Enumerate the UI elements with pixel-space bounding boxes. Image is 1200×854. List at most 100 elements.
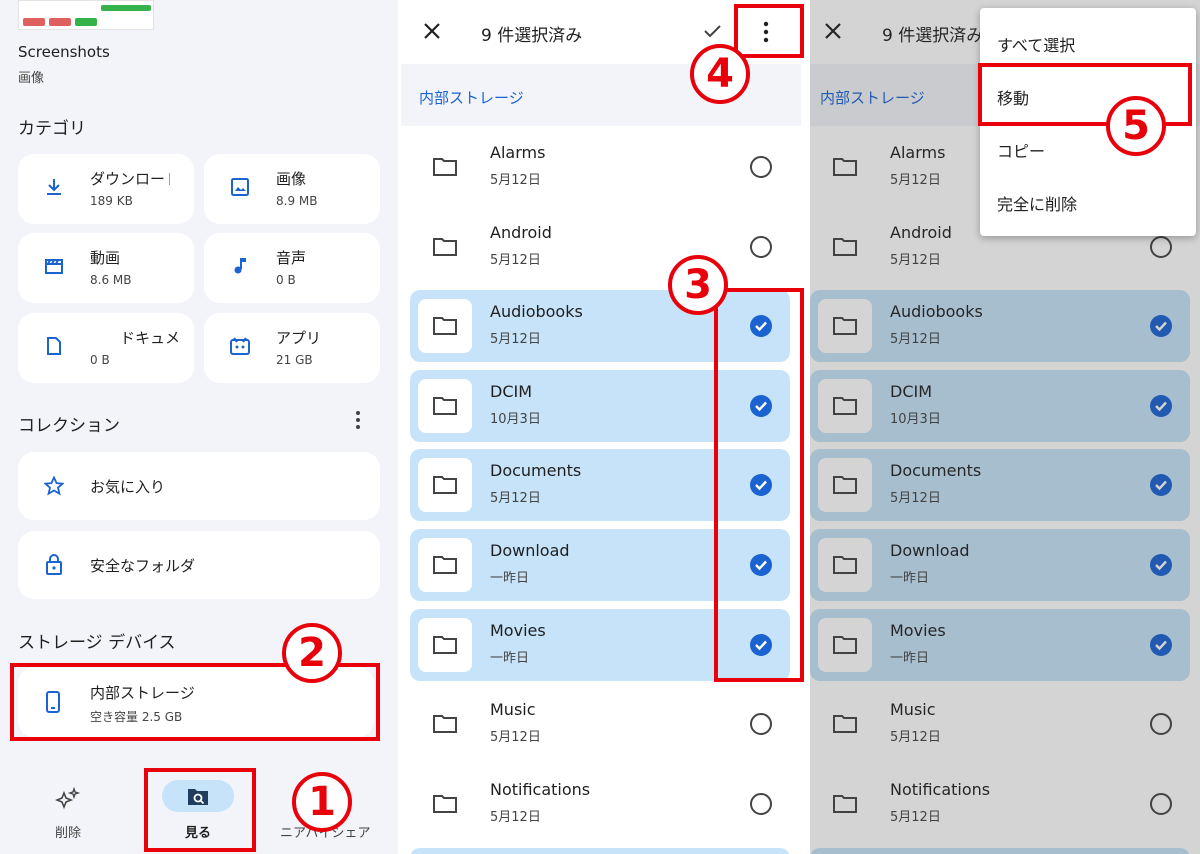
folder-icon [418,299,472,354]
folder-icon [818,538,872,592]
folder-date: 10月3日 [890,411,941,427]
folder-row[interactable]: Notifications 5月12日 [810,768,1190,840]
category-apps[interactable]: アプリ 21 GB [204,313,380,383]
unchecked-circle-icon[interactable] [1150,713,1172,736]
highlight-box-browse [144,768,256,852]
menu-delete-permanently[interactable]: 完全に削除 [997,191,1077,215]
download-icon [44,176,64,198]
category-name: 動画 [90,249,121,267]
folder-date: 一昨日 [890,650,930,666]
selected-count: 9 件選択済み [481,26,583,46]
category-documents[interactable]: ドキュメント 0 B [18,313,194,383]
folder-icon [418,378,472,433]
collection-safe-folder[interactable]: 安全なフォルダ [18,531,380,599]
folder-name: DCIM [490,381,533,401]
unchecked-circle-icon[interactable] [750,235,772,258]
folder-row[interactable]: Notifications 5月12日 [410,768,790,840]
folder-date: 5月12日 [890,173,941,188]
collection-favorites[interactable]: お気に入り [18,452,380,520]
nav-clean[interactable]: 削除 [28,784,108,841]
collection-label: 安全なフォルダ [90,557,196,575]
highlight-box-more [734,4,804,58]
folder-name: Notifications [890,779,991,799]
folder-date: 一昨日 [890,571,930,586]
folder-row[interactable]: Music 5月12日 [810,688,1190,760]
folder-date: 5月12日 [490,173,541,188]
folder-date: 一昨日 [490,571,530,586]
folder-row[interactable]: Audiobooks 5月12日 [810,290,1190,363]
category-name: ドキュメント [120,329,178,347]
folder-row[interactable]: Android 5月12日 [410,211,790,283]
category-size: 21 GB [276,353,313,367]
checked-circle-icon[interactable] [1150,315,1172,338]
checked-circle-icon[interactable] [1150,394,1172,417]
folder-row[interactable]: DCIM 10月3日 [810,369,1190,442]
checked-circle-icon[interactable] [1150,633,1172,656]
folder-icon [418,617,472,672]
collections-more-icon[interactable] [350,408,366,432]
folder-icon [818,617,872,672]
list-item-partial [810,848,1190,854]
folder-row[interactable]: Download 一昨日 [810,529,1190,601]
category-size: 8.6 MB [90,273,132,287]
checked-circle-icon[interactable] [1150,474,1172,497]
category-size: 189 KB [90,194,133,208]
image-icon [230,176,250,198]
step-number-1: 1 [292,772,352,832]
folder-name: Android [890,222,952,242]
lock-icon [46,554,62,579]
folder-name: Documents [490,461,582,481]
category-name: ダウンロード [90,170,170,188]
menu-copy[interactable]: コピー [997,138,1045,162]
unchecked-circle-icon[interactable] [1150,235,1172,258]
folder-date: 5月12日 [890,809,941,825]
folder-icon [818,378,872,433]
checked-circle-icon[interactable] [1150,554,1172,576]
folder-icon [418,458,472,513]
folder-date: 5月12日 [490,491,541,507]
screenshot-thumbnail[interactable] [18,0,154,30]
breadcrumb[interactable]: 内部ストレージ [419,87,524,108]
folder-name: DCIM [890,381,933,401]
folder-icon [818,299,872,354]
category-downloads[interactable]: ダウンロード 189 KB [18,154,194,224]
select-all-icon[interactable] [703,22,725,40]
collections-heading: コレクション [18,416,120,436]
unchecked-circle-icon[interactable] [1150,792,1172,815]
folder-name: Audiobooks [490,302,583,322]
folder-icon [418,220,472,274]
folder-icon [418,140,472,194]
folder-row[interactable]: Music 5月12日 [410,688,790,760]
unchecked-circle-icon[interactable] [750,713,772,736]
folder-name: Movies [490,620,546,640]
category-name: 音声 [276,249,307,267]
folder-name: Notifications [490,779,591,799]
folder-row[interactable]: Alarms 5月12日 [410,131,790,203]
folder-row[interactable]: Movies 一昨日 [810,608,1190,681]
category-audio[interactable]: 音声 0 B [204,233,380,303]
sparkle-icon [28,784,108,814]
highlight-box-checkboxes [714,288,804,682]
folder-name: Android [490,222,552,242]
unchecked-circle-icon[interactable] [750,792,772,815]
folder-icon [818,777,872,831]
folder-date: 一昨日 [490,650,530,666]
folder-row[interactable]: Documents 5月12日 [810,449,1190,522]
breadcrumb[interactable]: 内部ストレージ [820,87,925,108]
star-icon [43,475,65,500]
close-icon[interactable] [824,22,842,44]
folder-name: Music [890,700,936,720]
nav-label: 削除 [54,826,81,841]
unchecked-circle-icon[interactable] [750,156,772,178]
folder-icon [418,697,472,751]
category-images[interactable]: 画像 8.9 MB [204,154,380,224]
category-size: 8.9 MB [276,194,318,208]
close-icon[interactable] [423,22,441,44]
folder-name: Alarms [890,143,946,162]
category-videos[interactable]: 動画 8.6 MB [18,233,194,303]
category-name: 画像 [276,170,307,188]
menu-select-all[interactable]: すべて選択 [997,32,1075,56]
step-number-4: 4 [690,44,750,104]
music-icon [230,255,250,277]
folder-date: 10月3日 [490,411,541,427]
